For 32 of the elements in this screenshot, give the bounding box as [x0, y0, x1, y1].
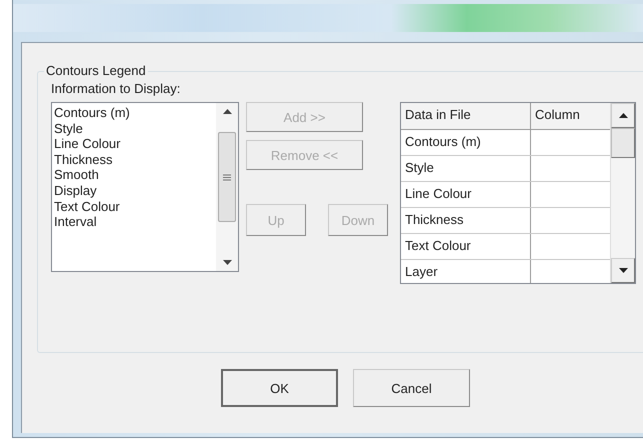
list-item[interactable]: Line Colour	[54, 136, 216, 152]
scroll-down-arrow-icon[interactable]	[222, 260, 232, 265]
list-item[interactable]: Text Colour	[54, 198, 216, 214]
table-cell: Text Colour	[401, 234, 531, 259]
table-cell: Layer	[401, 260, 531, 283]
group-title: Contours Legend	[44, 63, 148, 78]
table-cell: Line Colour	[401, 182, 531, 207]
scroll-up-arrow-icon[interactable]	[222, 109, 232, 114]
table-cell: Style	[401, 156, 531, 181]
list-box[interactable]: Contours (m) Style Line Colour Thickness Smooth Display Text Colour Interval	[51, 102, 239, 272]
field-label: Information to Display:	[51, 81, 182, 96]
scroll-thumb[interactable]	[218, 132, 236, 222]
list-item[interactable]: Interval	[54, 214, 216, 230]
column-header[interactable]: Data in File	[401, 103, 531, 129]
scroll-up-button[interactable]	[611, 103, 635, 128]
grip-icon	[223, 174, 231, 180]
table-cell: Thickness	[401, 208, 531, 233]
cancel-button[interactable]: Cancel	[353, 369, 470, 407]
list-item[interactable]: Display	[54, 182, 216, 199]
scroll-down-button[interactable]	[611, 258, 635, 283]
down-arrow-icon	[618, 268, 628, 273]
scrollbar[interactable]	[610, 103, 635, 283]
list-item[interactable]: Thickness	[54, 152, 216, 168]
column-header[interactable]: Column	[531, 103, 610, 129]
scroll-thumb[interactable]	[611, 128, 635, 158]
ok-button[interactable]: OK	[221, 369, 338, 407]
list-item[interactable]: Contours (m)	[54, 105, 216, 121]
up-arrow-icon	[618, 113, 628, 118]
table-cell: Contours (m)	[401, 130, 531, 155]
scrollbar[interactable]	[216, 103, 238, 271]
list-item[interactable]: Style	[54, 120, 216, 136]
list-item[interactable]: Smooth	[54, 167, 216, 183]
